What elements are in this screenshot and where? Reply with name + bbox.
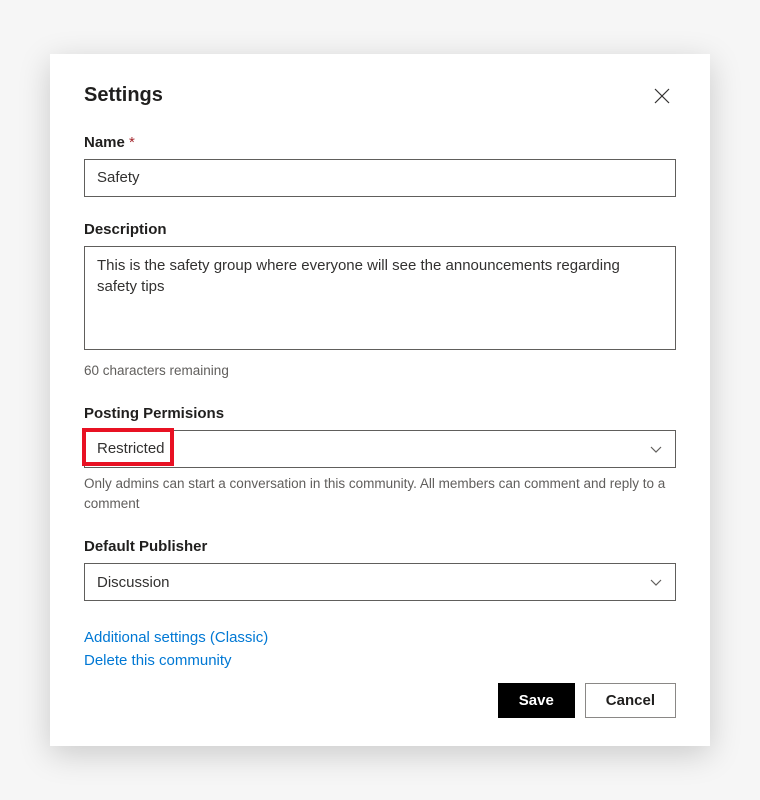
posting-permissions-select[interactable]: Restricted <box>84 430 676 468</box>
name-label-text: Name <box>84 134 125 151</box>
delete-community-link[interactable]: Delete this community <box>84 652 676 669</box>
posting-permissions-value: Restricted <box>97 440 165 457</box>
default-publisher-value: Discussion <box>97 574 170 591</box>
name-input[interactable] <box>84 159 676 197</box>
posting-permissions-helper: Only admins can start a conversation in … <box>84 474 676 515</box>
name-field-group: Name * <box>84 134 676 197</box>
button-row: Save Cancel <box>84 683 676 718</box>
default-publisher-label: Default Publisher <box>84 538 676 555</box>
additional-settings-link[interactable]: Additional settings (Classic) <box>84 629 676 646</box>
modal-header: Settings <box>84 82 676 110</box>
default-publisher-group: Default Publisher Discussion <box>84 538 676 601</box>
modal-title: Settings <box>84 84 163 107</box>
link-list: Additional settings (Classic) Delete thi… <box>84 629 676 669</box>
chevron-down-icon <box>649 442 663 456</box>
default-publisher-select[interactable]: Discussion <box>84 563 676 601</box>
required-asterisk: * <box>129 134 135 151</box>
chevron-down-icon <box>649 575 663 589</box>
posting-permissions-label: Posting Permisions <box>84 405 676 422</box>
settings-modal: Settings Name * Description 60 character… <box>50 54 710 747</box>
cancel-button[interactable]: Cancel <box>585 683 676 718</box>
description-label: Description <box>84 221 676 238</box>
description-remaining: 60 characters remaining <box>84 361 676 381</box>
name-label: Name * <box>84 134 676 151</box>
close-icon <box>654 88 670 104</box>
close-button[interactable] <box>648 82 676 110</box>
posting-permissions-group: Posting Permisions Restricted Only admin… <box>84 405 676 515</box>
description-field-group: Description 60 characters remaining <box>84 221 676 381</box>
description-input[interactable] <box>84 246 676 350</box>
save-button[interactable]: Save <box>498 683 575 718</box>
